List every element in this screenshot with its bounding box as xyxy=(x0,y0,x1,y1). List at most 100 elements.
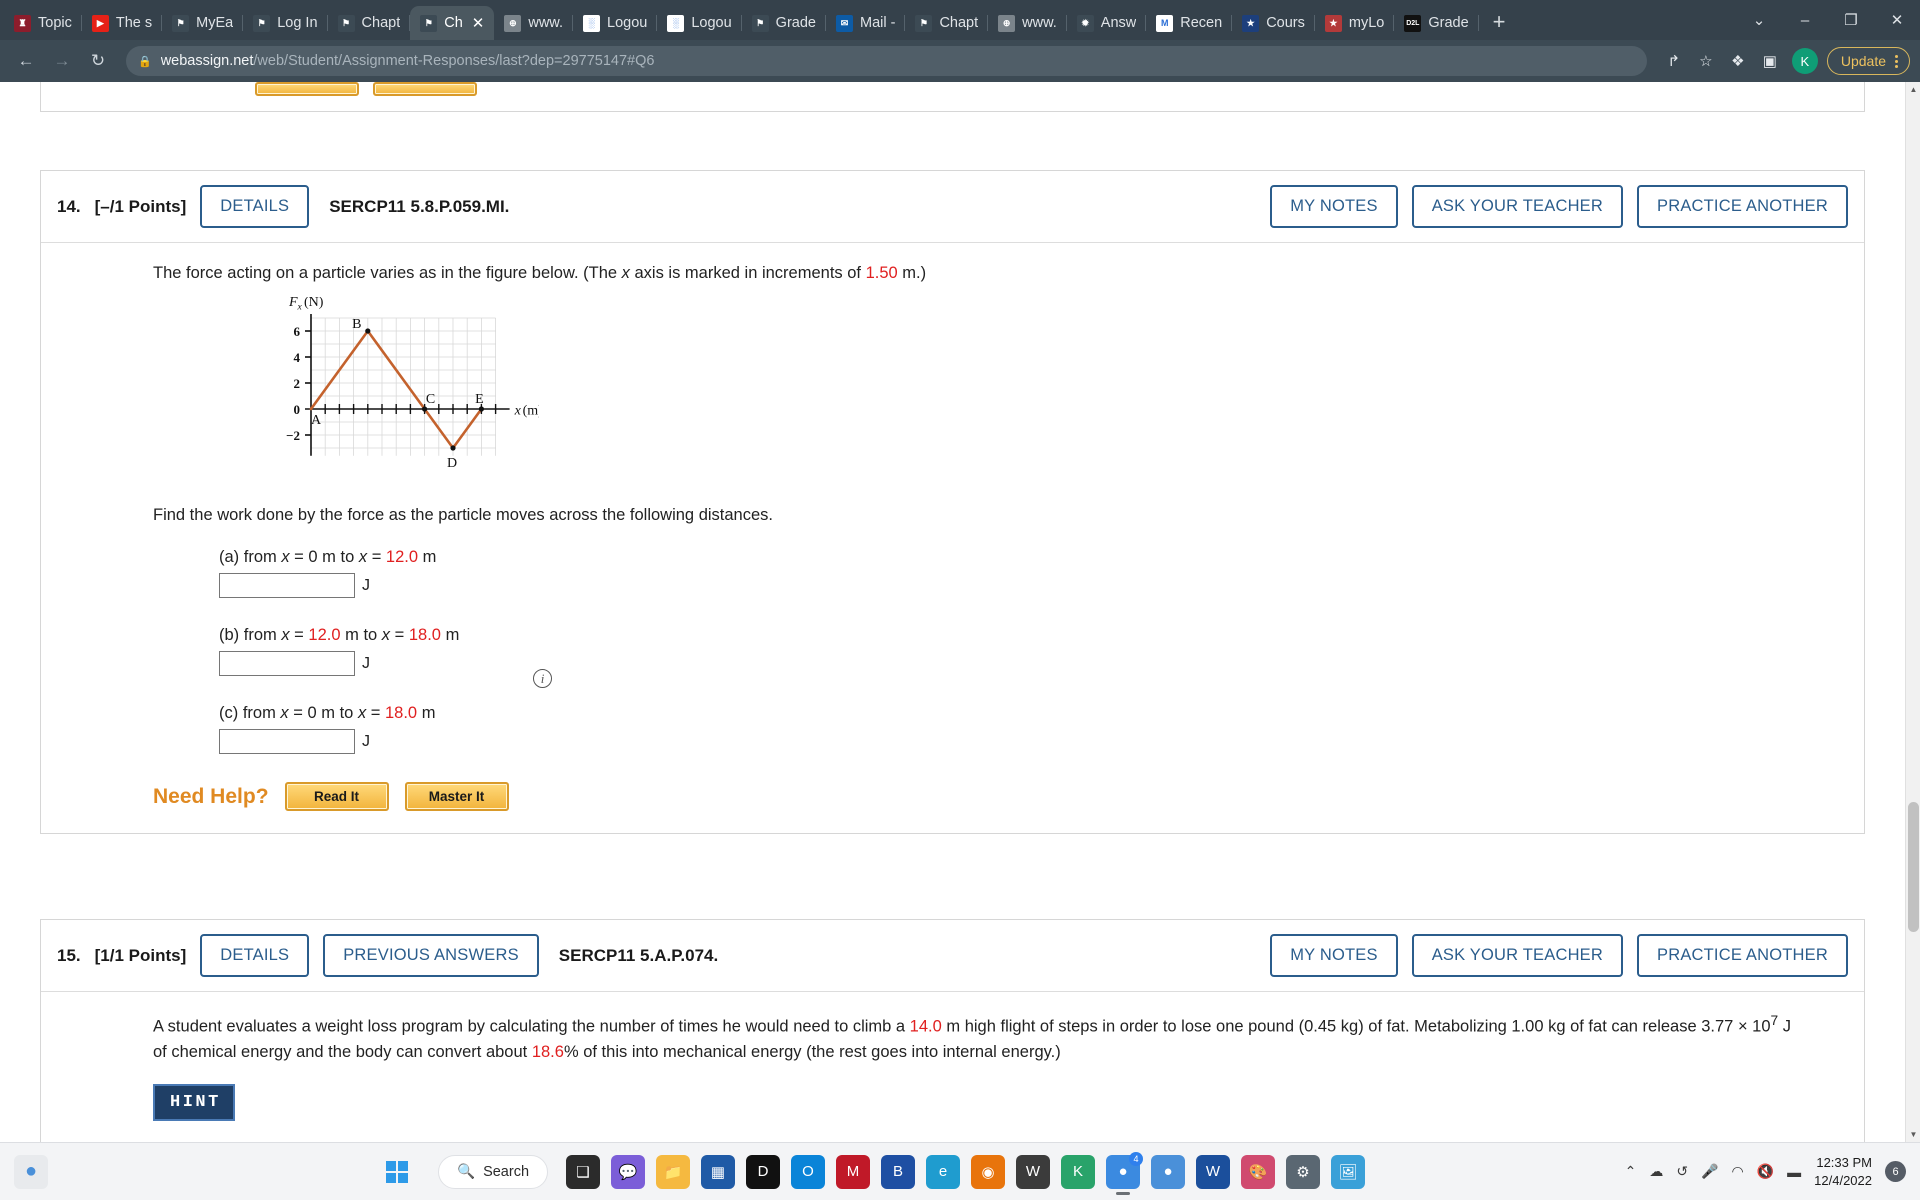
scroll-down-arrow-icon[interactable]: ▼ xyxy=(1906,1127,1920,1142)
scrollbar-thumb[interactable] xyxy=(1908,802,1919,932)
q15-efficiency-value: 18.6 xyxy=(531,1043,564,1062)
browser-tab-5[interactable]: ⚑ Ch ✕ xyxy=(410,6,495,40)
alexa-icon[interactable]: O xyxy=(791,1154,826,1189)
browser-tab-16[interactable]: ★ myLo xyxy=(1315,6,1395,40)
windows-taskbar: ● 🔍 Search ❑ 💬 📁 ▦ D O M Be ◉ W K ● 4 ● W 🎨 ⚙ 🖼 ⌃ ☁ ↺ 🎤 ◠… xyxy=(0,1142,1920,1200)
profile-avatar[interactable]: K xyxy=(1791,48,1818,74)
window-close-button[interactable]: ✕ xyxy=(1874,0,1920,40)
part-c-label: (c) from x = 0 m to x = 18.0 m xyxy=(153,704,1864,723)
browser-tab-1[interactable]: ▶ The s xyxy=(82,6,163,40)
forward-icon[interactable]: → xyxy=(46,45,78,77)
address-bar[interactable]: 🔒 webassign.net/web/Student/Assignment-R… xyxy=(126,46,1647,76)
question-15-previous-answers-button[interactable]: PREVIOUS ANSWERS xyxy=(323,934,539,978)
firefox-icon[interactable]: ◉ xyxy=(971,1154,1006,1189)
start-button[interactable] xyxy=(380,1155,414,1189)
chart-point-C xyxy=(422,405,428,412)
part-c-answer-input[interactable] xyxy=(219,729,355,755)
kahoot-icon[interactable]: K xyxy=(1061,1154,1096,1189)
chrome-taskbar-left-icon[interactable]: ● xyxy=(14,1154,48,1189)
scroll-up-arrow-icon[interactable]: ▲ xyxy=(1906,82,1920,97)
question-15-practice-another-button[interactable]: PRACTICE ANOTHER xyxy=(1637,934,1848,978)
window-maximize-button[interactable]: ❐ xyxy=(1828,0,1874,40)
part-b-eq2: = xyxy=(390,626,409,645)
browser-tab-17[interactable]: D2L Grade xyxy=(1394,6,1479,40)
reload-icon[interactable]: ↻ xyxy=(82,45,114,77)
wifi-icon[interactable]: ◠ xyxy=(1732,1163,1744,1180)
question-15-hint-button[interactable]: HINT xyxy=(153,1083,235,1121)
notification-badge[interactable]: 6 xyxy=(1885,1161,1906,1182)
browser-tab-13[interactable]: ✹ Answ xyxy=(1067,6,1147,40)
question-14-practice-another-button[interactable]: PRACTICE ANOTHER xyxy=(1637,185,1848,228)
taskbar-search-box[interactable]: 🔍 Search xyxy=(438,1154,549,1189)
photos-icon[interactable]: 🖼 xyxy=(1331,1154,1366,1189)
taskbar-clock[interactable]: 12:33 PM 12/4/2022 xyxy=(1814,1154,1872,1189)
battery-icon[interactable]: ▬ xyxy=(1787,1164,1801,1180)
paint-icon[interactable]: 🎨 xyxy=(1241,1154,1276,1189)
browser-tab-7[interactable]: ░ Logou xyxy=(573,6,658,40)
new-tab-button[interactable]: + xyxy=(1479,11,1520,37)
side-panel-icon[interactable]: ▣ xyxy=(1755,46,1785,76)
microsoft-store-icon[interactable]: ▦ xyxy=(701,1154,736,1189)
browser-tab-15[interactable]: ★ Cours xyxy=(1232,6,1315,40)
chrome-menu-icon[interactable] xyxy=(1895,54,1898,68)
part-c-eq1: = xyxy=(288,704,308,723)
question-15-ask-your-teacher-button[interactable]: ASK YOUR TEACHER xyxy=(1411,934,1624,978)
browser-tab-10[interactable]: ✉ Mail - xyxy=(826,6,906,40)
question-15-details-button[interactable]: DETAILS xyxy=(200,934,310,978)
part-a-answer-input[interactable] xyxy=(219,573,355,599)
part-b-answer-input[interactable] xyxy=(219,651,355,677)
chrome-alt-icon[interactable]: ● xyxy=(1151,1154,1186,1189)
share-icon[interactable]: ↱ xyxy=(1659,46,1689,76)
extensions-puzzle-icon[interactable]: ❖ xyxy=(1723,46,1753,76)
task-view-icon[interactable]: ❑ xyxy=(566,1154,601,1189)
browser-tab-8[interactable]: ░ Logou xyxy=(657,6,742,40)
window-restore-down-chevron[interactable]: ⌄ xyxy=(1736,0,1782,40)
window-minimize-button[interactable]: – xyxy=(1782,0,1828,40)
master-it-button-partial[interactable] xyxy=(373,82,477,96)
question-14-details-button[interactable]: DETAILS xyxy=(200,185,310,228)
browser-tab-2[interactable]: ⚑ MyEa xyxy=(162,6,244,40)
settings-icon[interactable]: ⚙ xyxy=(1286,1154,1321,1189)
volume-muted-icon[interactable]: 🔇 xyxy=(1757,1163,1774,1180)
vertical-scrollbar[interactable]: ▲ ▼ xyxy=(1905,82,1920,1142)
y-tick-label: 6 xyxy=(294,324,301,339)
browser-tab-0[interactable]: ♜ Topic xyxy=(4,6,82,40)
browser-tab-3[interactable]: ⚑ Log In xyxy=(243,6,328,40)
sync-icon[interactable]: ↺ xyxy=(1676,1163,1688,1180)
part-b-var2: x xyxy=(381,626,391,645)
chat-icon[interactable]: 💬 xyxy=(611,1154,646,1189)
edge-icon[interactable]: e xyxy=(926,1154,961,1189)
dell-icon[interactable]: D xyxy=(746,1154,781,1189)
bluejeans-icon[interactable]: B xyxy=(881,1154,916,1189)
mcafee-icon[interactable]: M xyxy=(836,1154,871,1189)
browser-tab-14[interactable]: M Recen xyxy=(1146,6,1233,40)
question-15-my-notes-button[interactable]: MY NOTES xyxy=(1270,934,1398,978)
chrome-icon[interactable]: ● 4 xyxy=(1106,1151,1144,1189)
microphone-icon[interactable]: 🎤 xyxy=(1701,1163,1718,1180)
word-icon[interactable]: W xyxy=(1196,1154,1231,1189)
back-icon[interactable]: ← xyxy=(10,45,42,77)
bookmark-star-icon[interactable]: ☆ xyxy=(1691,46,1721,76)
browser-tab-12[interactable]: ⊕ www. xyxy=(988,6,1067,40)
browser-tab-label-17: Grade xyxy=(1428,15,1469,31)
browser-tab-9[interactable]: ⚑ Grade xyxy=(742,6,826,40)
read-it-button[interactable]: Read It xyxy=(284,782,389,812)
tray-chevron-icon[interactable]: ⌃ xyxy=(1625,1163,1637,1180)
question-14-my-notes-button[interactable]: MY NOTES xyxy=(1270,185,1398,228)
chegg-icon: ✹ xyxy=(1076,14,1094,32)
part-c-eq2: = xyxy=(366,704,385,723)
browser-tab-6[interactable]: ⊕ www. xyxy=(494,6,573,40)
question-14-ask-your-teacher-button[interactable]: ASK YOUR TEACHER xyxy=(1411,185,1624,228)
update-button[interactable]: Update xyxy=(1826,47,1910,75)
onedrive-icon[interactable]: ☁ xyxy=(1649,1163,1663,1180)
master-it-button[interactable]: Master It xyxy=(404,782,509,812)
figure-info-icon[interactable]: i xyxy=(533,669,552,688)
hcc-icon: ⚑ xyxy=(915,14,933,32)
file-explorer-icon[interactable]: 📁 xyxy=(656,1154,691,1189)
browser-tab-11[interactable]: ⚑ Chapt xyxy=(905,6,988,40)
tab-close-icon[interactable]: ✕ xyxy=(472,16,485,31)
webassign-icon[interactable]: W xyxy=(1016,1154,1051,1189)
browser-tab-4[interactable]: ⚑ Chapt xyxy=(328,6,411,40)
chart-point-label-E: E xyxy=(475,392,484,407)
read-it-button-partial[interactable] xyxy=(255,82,359,96)
